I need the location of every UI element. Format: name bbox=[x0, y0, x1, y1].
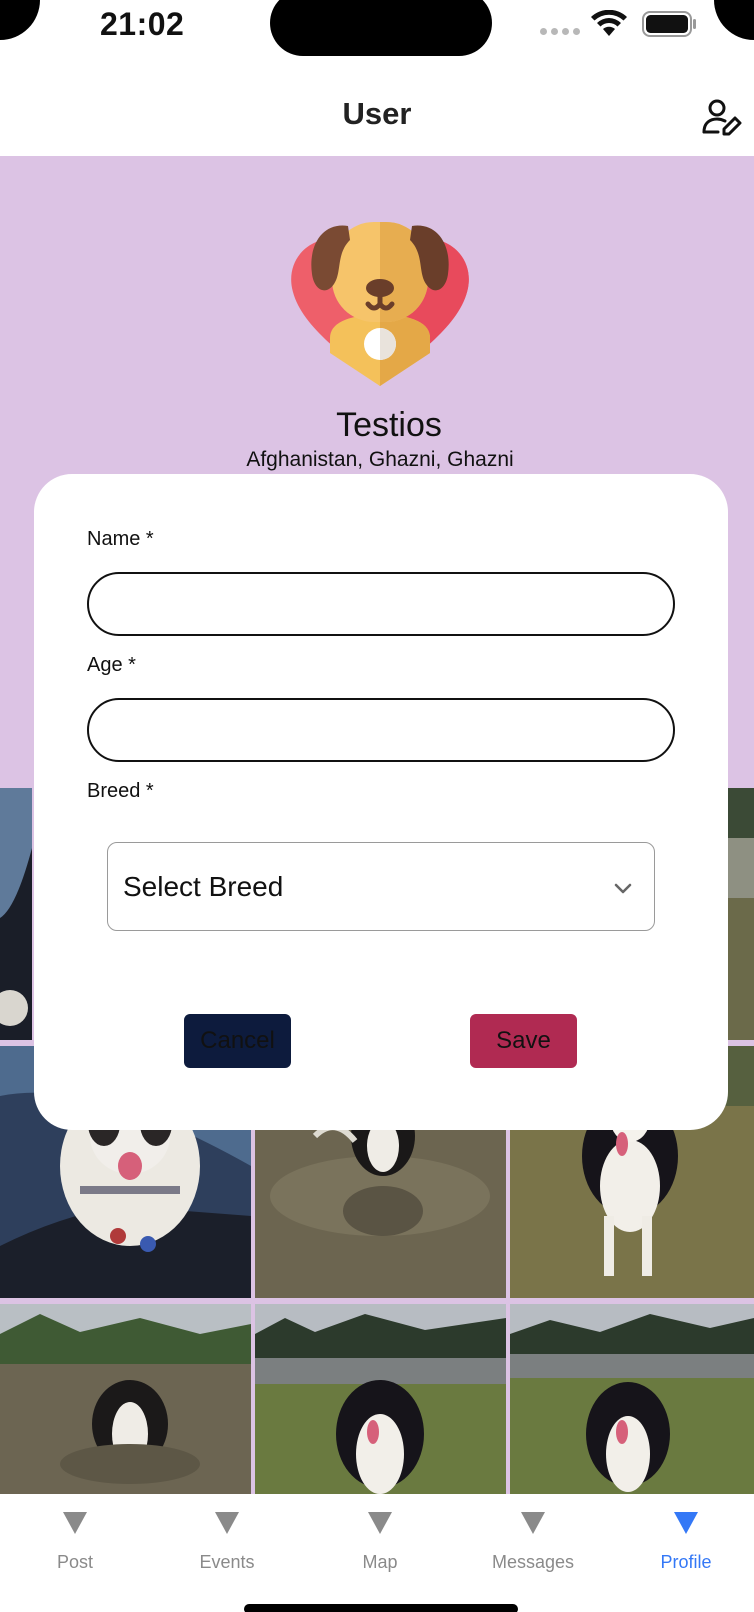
name-field[interactable] bbox=[87, 572, 675, 636]
dog-heart-avatar-icon[interactable] bbox=[290, 218, 470, 388]
tab-label: Map bbox=[362, 1552, 398, 1572]
triangle-down-icon bbox=[674, 1512, 698, 1534]
photo-tile[interactable] bbox=[0, 1304, 251, 1494]
page-title: User bbox=[342, 96, 412, 131]
tab-map[interactable]: Map bbox=[305, 1494, 455, 1594]
photo-tile[interactable] bbox=[728, 788, 754, 1040]
tab-post[interactable]: Post bbox=[0, 1494, 150, 1594]
tab-label: Post bbox=[56, 1552, 94, 1572]
triangle-down-icon bbox=[521, 1512, 545, 1534]
tab-messages[interactable]: Messages bbox=[458, 1494, 608, 1594]
cellular-signal-icon bbox=[540, 28, 580, 35]
age-label: Age * bbox=[87, 654, 136, 676]
tab-label: Events bbox=[199, 1552, 255, 1572]
name-label: Name * bbox=[87, 528, 154, 550]
save-button[interactable]: Save bbox=[470, 1014, 577, 1068]
screen: 21:02 User Testios Afghanistan, Ghazni, … bbox=[0, 0, 754, 1612]
triangle-down-icon bbox=[63, 1512, 87, 1534]
photo-tile[interactable] bbox=[255, 1304, 506, 1494]
triangle-down-icon bbox=[215, 1512, 239, 1534]
cancel-button[interactable]: Cancel bbox=[184, 1014, 291, 1068]
dynamic-island bbox=[270, 0, 492, 56]
nav-header: User bbox=[0, 62, 754, 156]
breed-select[interactable]: Select Breed bbox=[107, 842, 655, 931]
profile-name: Testios bbox=[336, 406, 442, 444]
photo-tile[interactable] bbox=[0, 788, 32, 1040]
age-field[interactable] bbox=[87, 698, 675, 762]
wifi-icon bbox=[591, 10, 627, 36]
tab-events[interactable]: Events bbox=[152, 1494, 302, 1594]
breed-label: Breed * bbox=[87, 780, 154, 802]
home-indicator bbox=[244, 1604, 518, 1612]
battery-icon bbox=[642, 11, 696, 37]
tab-profile[interactable]: Profile bbox=[611, 1494, 754, 1594]
tab-label: Messages bbox=[491, 1552, 575, 1572]
photo-tile[interactable] bbox=[510, 1304, 754, 1494]
triangle-down-icon bbox=[368, 1512, 392, 1534]
tab-bar: Post Events Map Messages Profile bbox=[0, 1494, 754, 1612]
status-time: 21:02 bbox=[100, 6, 185, 42]
profile-location: Afghanistan, Ghazni, Ghazni bbox=[246, 448, 514, 471]
breed-select-value: Select Breed bbox=[123, 871, 284, 902]
edit-pet-modal: Name * Age * Breed * Select Breed Cancel… bbox=[34, 474, 728, 1130]
status-bar: 21:02 bbox=[0, 0, 754, 62]
tab-label: Profile bbox=[660, 1552, 712, 1572]
chevron-down-icon bbox=[614, 883, 632, 894]
person-edit-icon[interactable] bbox=[702, 98, 742, 138]
